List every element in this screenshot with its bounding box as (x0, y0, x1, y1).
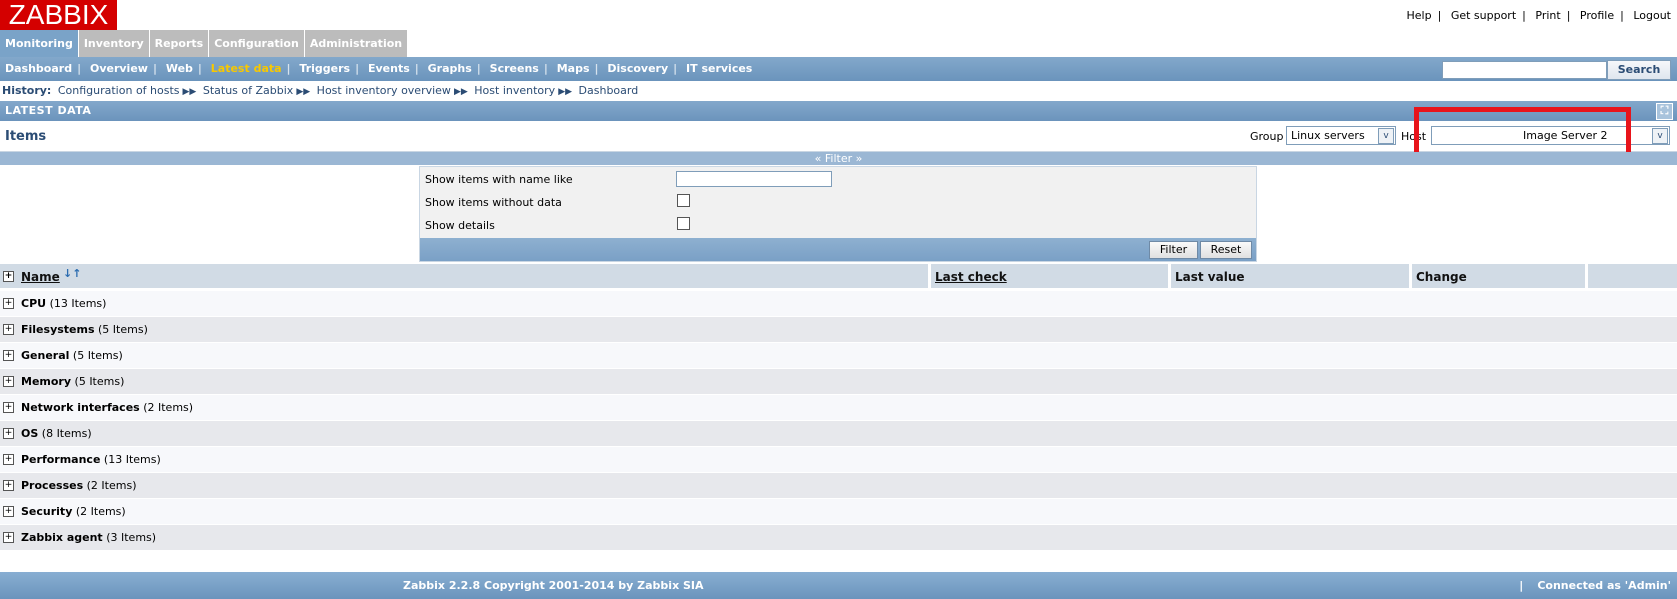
table-row[interactable]: + Security (2 Items) (0, 499, 1677, 524)
footer: Zabbix 2.2.8 Copyright 2001-2014 by Zabb… (0, 572, 1677, 599)
group-select[interactable]: Linux servers v (1286, 126, 1396, 145)
expand-icon[interactable]: + (3, 532, 14, 543)
filter-panel: Show items with name like Show items wit… (419, 166, 1257, 262)
submenu-it-services[interactable]: IT services (681, 62, 757, 75)
table-row[interactable]: + General (5 Items) (0, 343, 1677, 368)
submenu-triggers[interactable]: Triggers (294, 62, 355, 75)
details-label: Show details (425, 219, 495, 232)
host-select[interactable]: Image Server 2 v (1431, 126, 1670, 145)
help-link[interactable]: Help (1407, 9, 1432, 22)
profile-link[interactable]: Profile (1580, 9, 1614, 22)
header-last-check[interactable]: Last check (931, 264, 1168, 288)
submenu-latest-data[interactable]: Latest data (206, 62, 287, 75)
host-label: Host (1401, 130, 1427, 143)
table-row[interactable]: + Filesystems (5 Items) (0, 317, 1677, 342)
header-name[interactable]: Name (21, 264, 60, 290)
tab-configuration[interactable]: Configuration (209, 30, 304, 57)
zabbix-logo[interactable]: ZABBIX (0, 0, 117, 30)
submenu-web[interactable]: Web (161, 62, 198, 75)
name-like-input[interactable] (676, 171, 832, 187)
search-input[interactable] (1442, 61, 1607, 79)
without-data-label: Show items without data (425, 196, 562, 209)
logout-link[interactable]: Logout (1633, 9, 1671, 22)
double-arrow-icon: ▶▶ (558, 87, 573, 97)
top-links: Help | Get support | Print | Profile | Logou… (1406, 9, 1671, 22)
submenu-events[interactable]: Events (363, 62, 415, 75)
group-value: Linux servers (1291, 129, 1365, 142)
without-data-checkbox[interactable] (677, 194, 690, 207)
items-bar: Items Group Linux servers v Host Image S… (0, 122, 1677, 152)
submenu-graphs[interactable]: Graphs (423, 62, 477, 75)
expand-icon[interactable]: + (3, 402, 14, 413)
header-spacer (1588, 264, 1677, 288)
filter-toggle[interactable]: « Filter » (0, 152, 1677, 165)
filter-button[interactable]: Filter (1149, 241, 1198, 259)
filter-buttons-bar: Filter Reset (420, 238, 1256, 261)
footer-copyright: Zabbix 2.2.8 Copyright 2001-2014 by Zabb… (403, 579, 704, 592)
table-row[interactable]: + Performance (13 Items) (0, 447, 1677, 472)
table-row[interactable]: + Zabbix agent (3 Items) (0, 525, 1677, 550)
get-support-link[interactable]: Get support (1451, 9, 1516, 22)
name-like-label: Show items with name like (425, 173, 573, 186)
tab-administration[interactable]: Administration (304, 30, 408, 57)
header-change: Change (1412, 264, 1585, 288)
tab-monitoring[interactable]: Monitoring (0, 30, 78, 57)
double-arrow-icon: ▶▶ (453, 87, 468, 97)
expand-icon[interactable]: + (3, 324, 14, 335)
expand-icon[interactable]: + (3, 480, 14, 491)
section-header: LATEST DATA ⛶ (0, 101, 1677, 121)
host-value: Image Server 2 (1523, 129, 1608, 142)
double-arrow-icon: ▶▶ (296, 87, 311, 97)
items-title: Items (5, 129, 47, 144)
print-link[interactable]: Print (1535, 9, 1560, 22)
details-checkbox[interactable] (677, 217, 690, 230)
history-breadcrumb: History: Configuration of hosts ▶▶ Status… (0, 82, 641, 100)
group-label: Group (1250, 130, 1284, 143)
expand-all-icon[interactable]: + (3, 271, 14, 282)
main-menu: Monitoring Inventory Reports Configurati… (0, 30, 408, 57)
expand-icon[interactable]: + (3, 376, 14, 387)
expand-icon[interactable]: + (3, 350, 14, 361)
history-item[interactable]: Status of Zabbix (200, 84, 296, 97)
sub-menu: Dashboard | Overview | Web | Latest data | T… (0, 57, 1677, 81)
expand-icon[interactable]: + (3, 428, 14, 439)
chevron-down-icon: v (1652, 128, 1668, 144)
chevron-down-icon: v (1378, 128, 1394, 144)
table-row[interactable]: + Processes (2 Items) (0, 473, 1677, 498)
tab-inventory[interactable]: Inventory (78, 30, 149, 57)
submenu-screens[interactable]: Screens (485, 62, 544, 75)
tab-reports[interactable]: Reports (149, 30, 209, 57)
expand-icon[interactable]: + (3, 298, 14, 309)
history-item[interactable]: Host inventory (471, 84, 558, 97)
search-button[interactable]: Search (1607, 60, 1671, 80)
table-header: + Name ↓↑ Last check Last value Change (0, 264, 1677, 288)
history-item[interactable]: Configuration of hosts (55, 84, 183, 97)
expand-icon[interactable]: + (3, 454, 14, 465)
fullscreen-icon[interactable]: ⛶ (1656, 103, 1673, 120)
submenu-discovery[interactable]: Discovery (602, 62, 673, 75)
history-item[interactable]: Dashboard (576, 84, 642, 97)
footer-connected: Connected as 'Admin' (1537, 579, 1671, 592)
table-row[interactable]: + Network interfaces (2 Items) (0, 395, 1677, 420)
expand-icon[interactable]: + (3, 506, 14, 517)
table-row[interactable]: + OS (8 Items) (0, 421, 1677, 446)
double-arrow-icon: ▶▶ (182, 87, 197, 97)
submenu-maps[interactable]: Maps (552, 62, 595, 75)
history-label: History: (2, 84, 52, 97)
submenu-overview[interactable]: Overview (85, 62, 153, 75)
header-last-value: Last value (1171, 264, 1409, 288)
submenu-dashboard[interactable]: Dashboard (0, 62, 77, 75)
table-row[interactable]: + CPU (13 Items) (0, 291, 1677, 316)
history-item[interactable]: Host inventory overview (314, 84, 454, 97)
sort-asc-icon: ↓↑ (63, 267, 82, 280)
top-bar: ZABBIX Help | Get support | Print | Profile… (0, 0, 1677, 30)
header-name-cell: + Name ↓↑ (0, 264, 928, 288)
section-title: LATEST DATA (5, 104, 92, 117)
table-row[interactable]: + Memory (5 Items) (0, 369, 1677, 394)
reset-button[interactable]: Reset (1200, 241, 1252, 259)
